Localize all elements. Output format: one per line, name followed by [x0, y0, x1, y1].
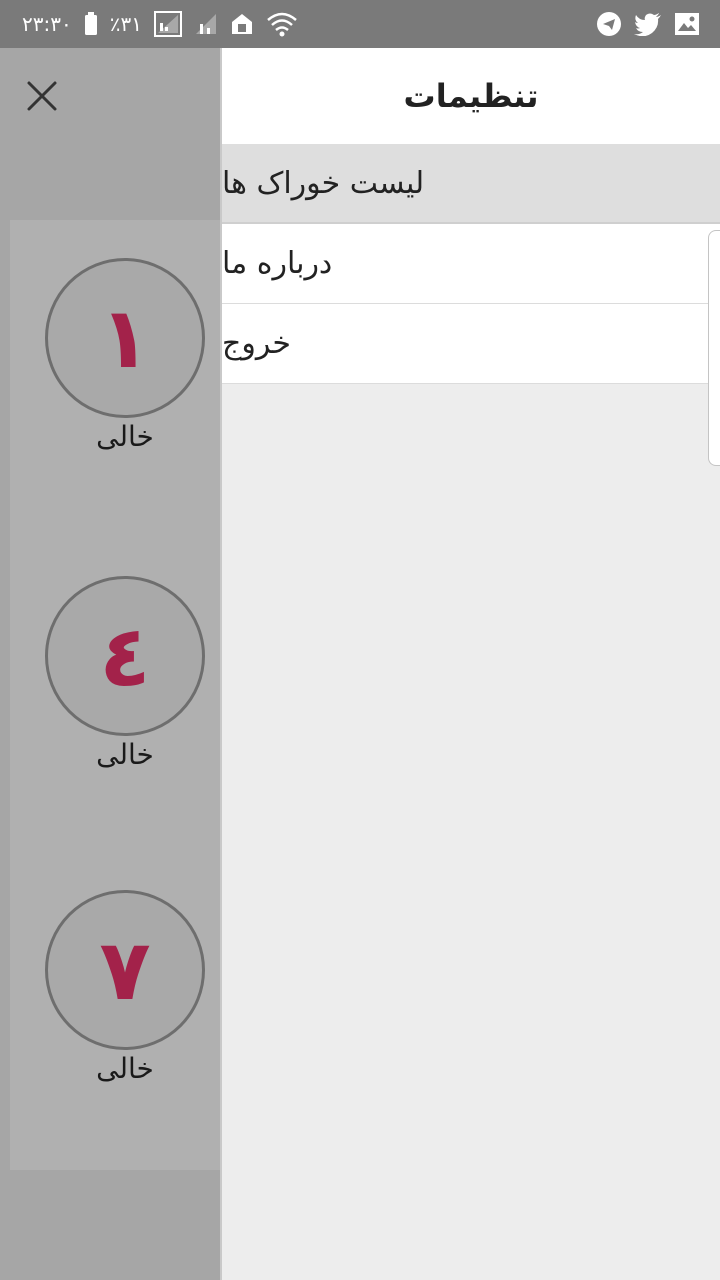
twitter-icon	[634, 12, 662, 36]
menu-item-about-us[interactable]: درباره ما	[222, 224, 720, 304]
scroll-edge	[708, 230, 720, 466]
menu-item-label: درباره ما	[222, 246, 333, 281]
table-item[interactable]: ٤ خالی	[45, 576, 205, 776]
table-number: ١	[45, 258, 205, 418]
table-number: ٧	[45, 890, 205, 1050]
battery-icon	[84, 12, 98, 36]
home-data-icon	[230, 12, 254, 36]
menu-item-label: لیست خوراک ها	[222, 165, 425, 201]
status-time: ۲۳:۳۰	[22, 12, 72, 36]
menu-item-label: خروج	[222, 326, 291, 361]
gallery-icon	[674, 12, 700, 36]
status-bar: ۲۳:۳۰ ٪۳۱	[0, 0, 720, 48]
table-item[interactable]: ٧ خالی	[45, 890, 205, 1090]
settings-drawer: تنظیمات لیست خوراک ها درباره ما خروج	[220, 48, 720, 1280]
table-number: ٤	[45, 576, 205, 736]
background-content: ١ خالی ٤ خالی ٧ خالی	[0, 48, 220, 1280]
signal-icon	[153, 11, 182, 37]
menu-item-logout[interactable]: خروج	[222, 304, 720, 384]
drawer-header: تنظیمات	[222, 48, 720, 144]
close-icon	[26, 80, 58, 116]
table-status: خالی	[96, 738, 154, 771]
wifi-icon	[266, 11, 298, 37]
tables-panel: ١ خالی ٤ خالی ٧ خالی	[10, 220, 220, 1170]
menu-item-food-list[interactable]: لیست خوراک ها	[222, 144, 720, 224]
drawer-title: تنظیمات	[403, 77, 539, 115]
battery-level: ٪۳۱	[109, 12, 142, 36]
table-item[interactable]: ١ خالی	[45, 258, 205, 458]
status-left: ۲۳:۳۰ ٪۳۱	[22, 11, 298, 37]
status-right	[596, 11, 700, 37]
table-status: خالی	[96, 420, 154, 453]
table-status: خالی	[96, 1052, 154, 1085]
telegram-icon	[596, 11, 622, 37]
signal-icon-2	[194, 12, 218, 36]
close-button[interactable]	[22, 78, 62, 118]
